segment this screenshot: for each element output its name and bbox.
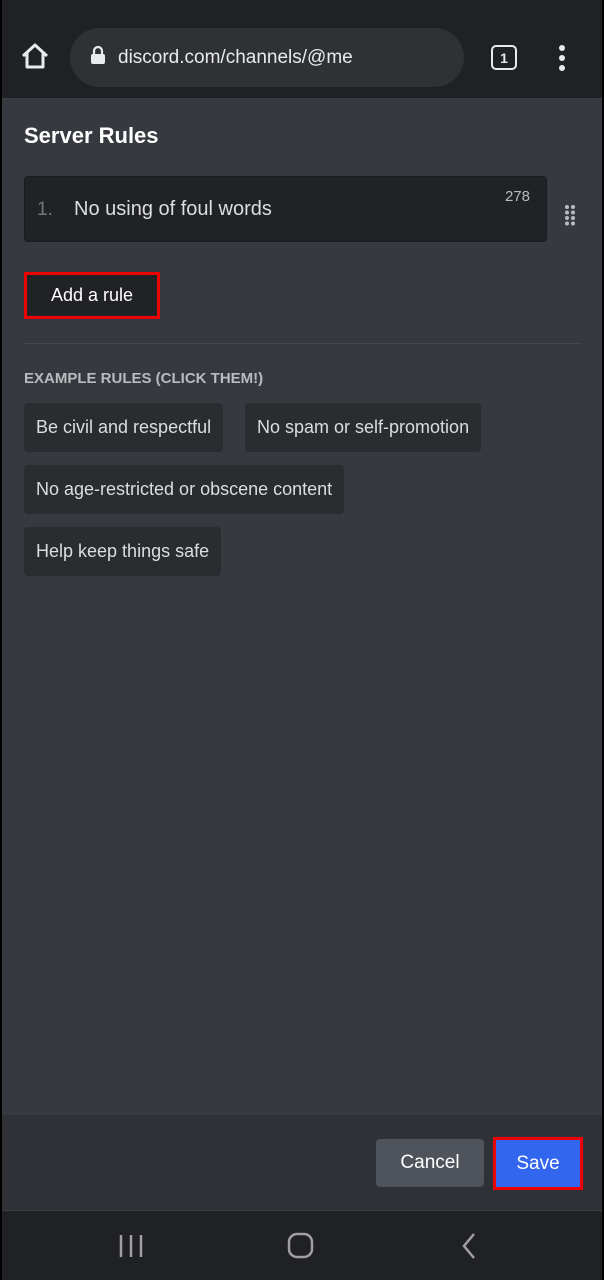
back-icon[interactable] <box>460 1232 478 1265</box>
url-text: discord.com/channels/@me <box>118 46 353 68</box>
example-rules-heading: EXAMPLE RULES (CLICK THEM!) <box>24 370 264 387</box>
home-icon[interactable] <box>20 42 50 75</box>
home-nav-icon[interactable] <box>287 1232 315 1265</box>
example-rule-chip[interactable]: Be civil and respectful <box>24 403 224 452</box>
tab-switcher-button[interactable]: 1 <box>491 45 517 70</box>
example-rule-chip[interactable]: No age-restricted or obscene content <box>24 465 345 514</box>
save-button[interactable]: Save <box>493 1137 583 1190</box>
add-rule-button[interactable]: Add a rule <box>24 272 160 319</box>
rule-number: 1. <box>37 199 53 220</box>
lock-icon <box>90 45 106 70</box>
cancel-button[interactable]: Cancel <box>376 1139 484 1187</box>
example-rule-chip[interactable]: Help keep things safe <box>24 527 222 576</box>
character-count: 278 <box>504 188 530 205</box>
page-title: Server Rules <box>24 123 159 148</box>
address-bar[interactable]: discord.com/channels/@me <box>70 28 464 87</box>
more-menu-icon[interactable] <box>557 44 567 77</box>
recent-apps-icon[interactable] <box>118 1233 144 1264</box>
system-nav-bar <box>2 1210 602 1280</box>
rule-text[interactable]: No using of foul words <box>74 198 272 221</box>
app-frame: discord.com/channels/@me 1 Server Rules … <box>2 0 602 1280</box>
divider <box>24 343 581 344</box>
browser-toolbar: discord.com/channels/@me 1 <box>2 0 602 99</box>
drag-handle-icon[interactable] <box>564 204 576 231</box>
rule-input[interactable]: 1. No using of foul words 278 <box>24 176 547 242</box>
example-rule-chip[interactable]: No spam or self-promotion <box>245 403 482 452</box>
